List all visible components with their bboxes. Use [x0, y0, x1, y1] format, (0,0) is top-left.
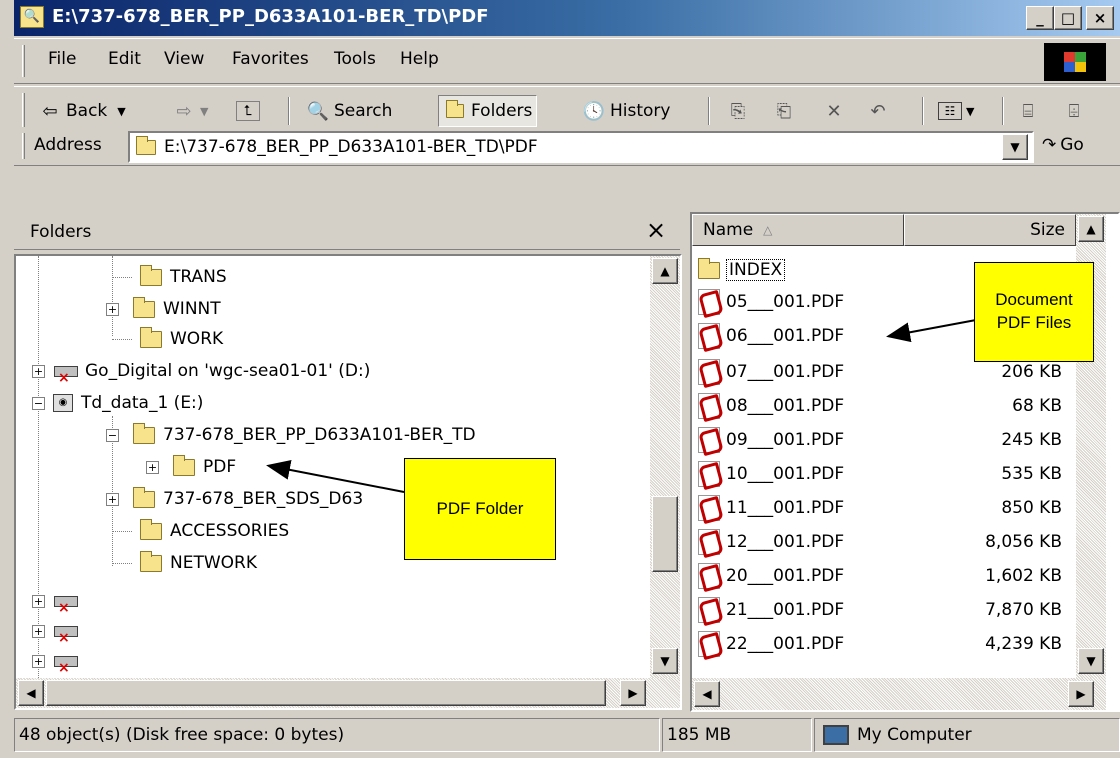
pdf-folder-arrow: [266, 459, 405, 493]
status-size: 185 MB: [662, 718, 812, 752]
document-files-callout-line1: Document: [995, 290, 1073, 310]
document-files-arrow: [886, 319, 977, 343]
pdf-folder-callout: PDF Folder: [404, 458, 556, 560]
status-zone-text: My Computer: [857, 725, 972, 745]
document-files-callout: Document PDF Files: [974, 262, 1094, 362]
explorer-window: 🔍 E:\737-678_BER_PP_D633A101-BER_TD\PDF …: [0, 0, 1120, 758]
status-zone: My Computer: [814, 718, 1120, 752]
status-objects: 48 object(s) (Disk free space: 0 bytes): [14, 718, 660, 752]
status-size-text: 185 MB: [667, 725, 732, 745]
my-computer-icon: [823, 725, 849, 745]
callout-arrows: [266, 319, 977, 493]
document-files-callout-line2: PDF Files: [996, 313, 1072, 332]
status-objects-text: 48 object(s) (Disk free space: 0 bytes): [19, 725, 345, 745]
pdf-folder-callout-text: PDF Folder: [436, 498, 524, 518]
